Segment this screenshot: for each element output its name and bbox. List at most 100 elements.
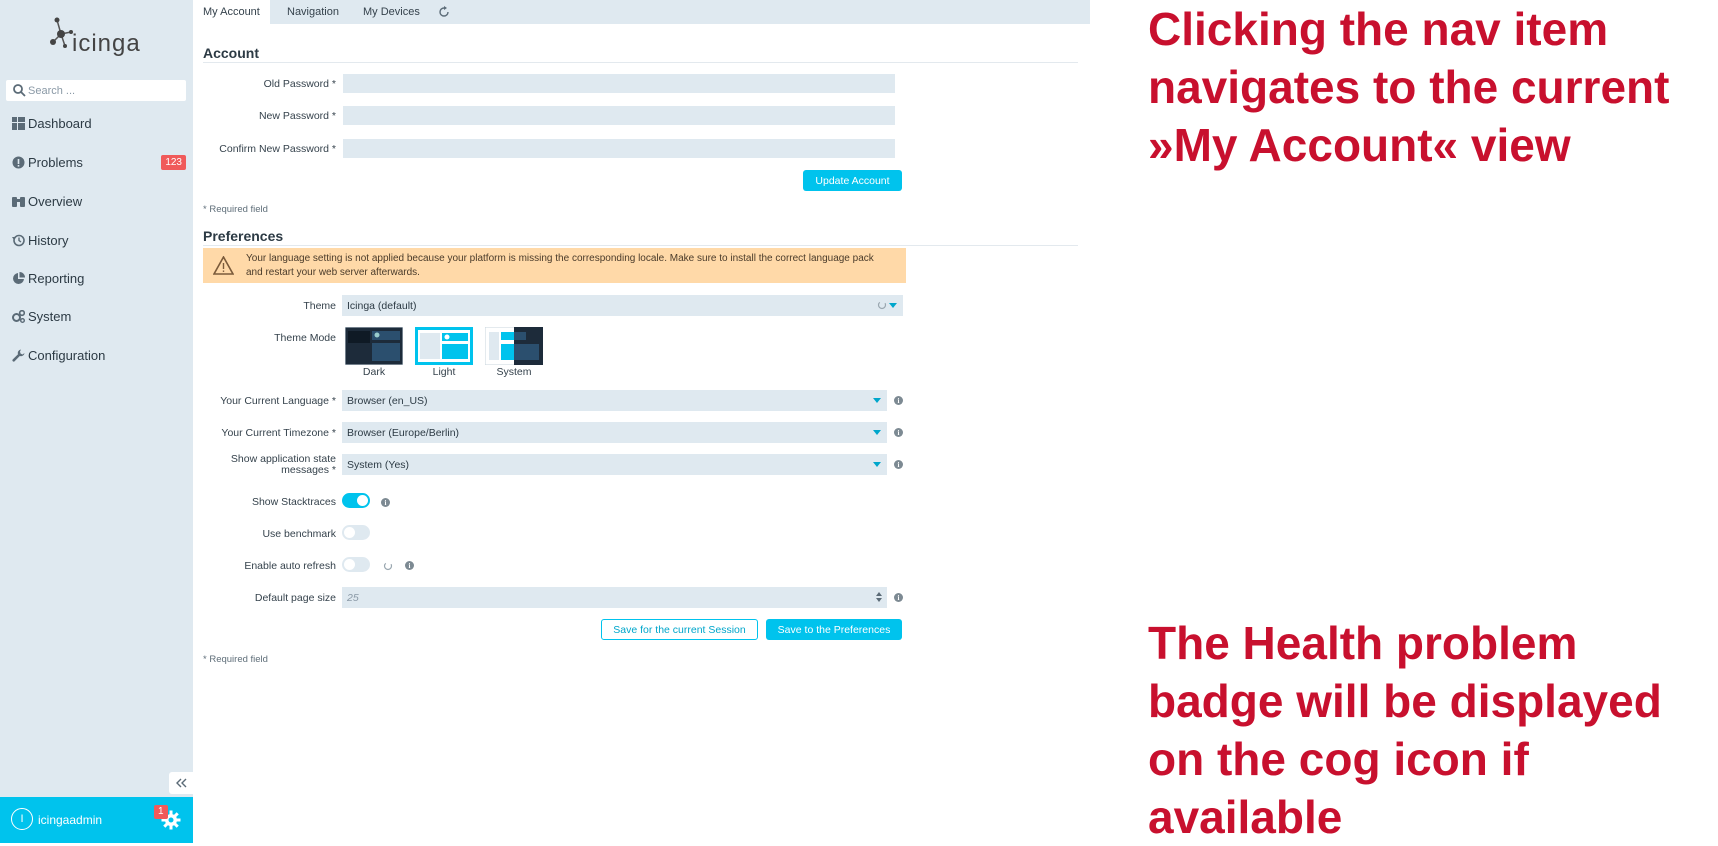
locale-warning: Your language setting is not applied bec… — [203, 248, 906, 283]
tab-navigation[interactable]: Navigation — [277, 0, 349, 24]
warning-text: Your language setting is not applied bec… — [246, 253, 874, 278]
benchmark-label: Use benchmark — [262, 528, 336, 540]
reporting-icon — [13, 271, 25, 284]
confirm-password-field[interactable] — [342, 138, 896, 159]
app-state-label-line: messages * — [281, 464, 336, 476]
sidebar-item-label: Problems — [28, 154, 83, 170]
annotation-top: Clicking the nav item navigates to the c… — [1148, 3, 1670, 171]
app-state-value: System (Yes) — [347, 458, 410, 471]
preferences-heading: Preferences — [203, 228, 284, 244]
sidebar-item-system[interactable]: System — [0, 301, 193, 331]
overview-icon — [12, 196, 25, 207]
required-note: * Required field — [203, 204, 268, 215]
old-password-label: Old Password * — [263, 78, 336, 90]
tab-bar: My Account Navigation My Devices — [193, 0, 1090, 24]
sidebar-item-overview[interactable]: Overview — [0, 186, 193, 216]
app-state-label: Show application state messages * — [193, 454, 336, 476]
app-state-select[interactable]: System (Yes) — [342, 454, 887, 475]
save-preferences-button[interactable]: Save to the Preferences — [766, 619, 902, 640]
history-icon — [12, 234, 25, 246]
timezone-value: Browser (Europe/Berlin) — [347, 426, 460, 439]
save-session-button[interactable]: Save for the current Session — [601, 619, 758, 640]
theme-mode-label: Theme Mode — [274, 332, 336, 344]
problems-icon — [12, 156, 25, 168]
loading-icon — [383, 561, 393, 571]
theme-mode-dark[interactable] — [345, 327, 403, 365]
theme-value: Icinga (default) — [347, 299, 417, 312]
theme-mode-system[interactable] — [485, 327, 543, 365]
theme-label: Theme — [303, 300, 336, 312]
sidebar-item-reporting[interactable]: Reporting — [0, 263, 193, 293]
sidebar-item-dashboard[interactable]: Dashboard — [0, 108, 193, 138]
auto-refresh-toggle[interactable] — [342, 557, 370, 572]
logo-wordmark: icinga — [72, 30, 141, 57]
chevron-down-icon — [873, 430, 881, 435]
sidebar-item-label: Overview — [28, 193, 83, 209]
new-password-label: New Password * — [258, 110, 336, 122]
info-icon[interactable]: i — [894, 396, 903, 405]
system-icon — [12, 309, 25, 323]
divider — [203, 62, 1078, 63]
timezone-label: Your Current Timezone * — [221, 427, 336, 439]
refresh-icon[interactable] — [438, 6, 450, 18]
info-icon[interactable]: i — [894, 460, 903, 469]
toggle-knob — [344, 559, 355, 570]
stacktraces-toggle[interactable] — [342, 493, 370, 508]
sidebar-item-label: System — [28, 308, 72, 324]
avatar: I — [11, 808, 33, 830]
chevron-down-icon — [873, 462, 881, 467]
sidebar-item-problems[interactable]: Problems 123 — [0, 147, 193, 177]
page-size-placeholder: 25 — [347, 591, 359, 604]
account-heading: Account — [203, 45, 259, 61]
theme-mode-light-label: Light — [432, 366, 456, 378]
double-chevron-left-icon — [176, 778, 187, 788]
app: icinga Dashboard Problems 123 Overview H… — [0, 0, 1718, 843]
info-icon[interactable]: i — [381, 498, 390, 507]
update-account-button[interactable]: Update Account — [803, 170, 902, 191]
stacktraces-label: Show Stacktraces — [251, 496, 336, 508]
sidebar-item-history[interactable]: History — [0, 225, 193, 255]
chevron-down-icon — [873, 398, 881, 403]
new-password-field[interactable] — [342, 105, 896, 126]
info-icon[interactable]: i — [894, 428, 903, 437]
divider — [203, 245, 1078, 246]
username: icingaadmin — [38, 813, 103, 827]
tab-my-account[interactable]: My Account — [193, 0, 270, 24]
wrench-icon — [12, 349, 25, 362]
old-password-field[interactable] — [342, 73, 896, 94]
search-input[interactable] — [28, 81, 178, 100]
annotation-bottom: The Health problem badge will be display… — [1148, 617, 1662, 843]
sidebar-item-label: Configuration — [28, 347, 106, 363]
warning-icon — [213, 256, 234, 275]
main-content: My Account Navigation My Devices Account… — [193, 0, 1090, 843]
theme-mode-system-label: System — [496, 366, 532, 378]
tab-my-devices[interactable]: My Devices — [353, 0, 430, 24]
auto-refresh-label: Enable auto refresh — [244, 560, 336, 572]
theme-select[interactable]: Icinga (default) — [342, 295, 903, 316]
benchmark-toggle[interactable] — [342, 525, 370, 540]
sidebar-item-label: Reporting — [28, 270, 85, 286]
dashboard-icon — [12, 116, 25, 130]
sidebar-item-label: History — [28, 232, 69, 248]
search-box — [6, 80, 186, 101]
theme-mode-dark-label: Dark — [362, 366, 386, 378]
info-icon[interactable]: i — [894, 593, 903, 602]
language-label: Your Current Language * — [220, 395, 336, 407]
sidebar: icinga Dashboard Problems 123 Overview H… — [0, 0, 193, 843]
required-note: * Required field — [203, 654, 268, 665]
collapse-sidebar-button[interactable] — [169, 772, 193, 794]
search-icon — [13, 84, 26, 97]
spinner-arrows-icon — [876, 592, 882, 602]
info-icon[interactable]: i — [405, 561, 414, 570]
language-select[interactable]: Browser (en_US) — [342, 390, 887, 411]
chevron-down-icon — [889, 303, 897, 308]
page-size-input[interactable]: 25 — [342, 587, 887, 608]
toggle-knob — [344, 527, 355, 538]
sidebar-item-configuration[interactable]: Configuration — [0, 340, 193, 370]
sidebar-item-label: Dashboard — [28, 115, 92, 131]
problems-badge: 123 — [161, 155, 186, 170]
confirm-password-label: Confirm New Password * — [219, 143, 336, 155]
loading-icon — [877, 300, 887, 310]
timezone-select[interactable]: Browser (Europe/Berlin) — [342, 422, 887, 443]
theme-mode-light[interactable] — [415, 327, 473, 365]
